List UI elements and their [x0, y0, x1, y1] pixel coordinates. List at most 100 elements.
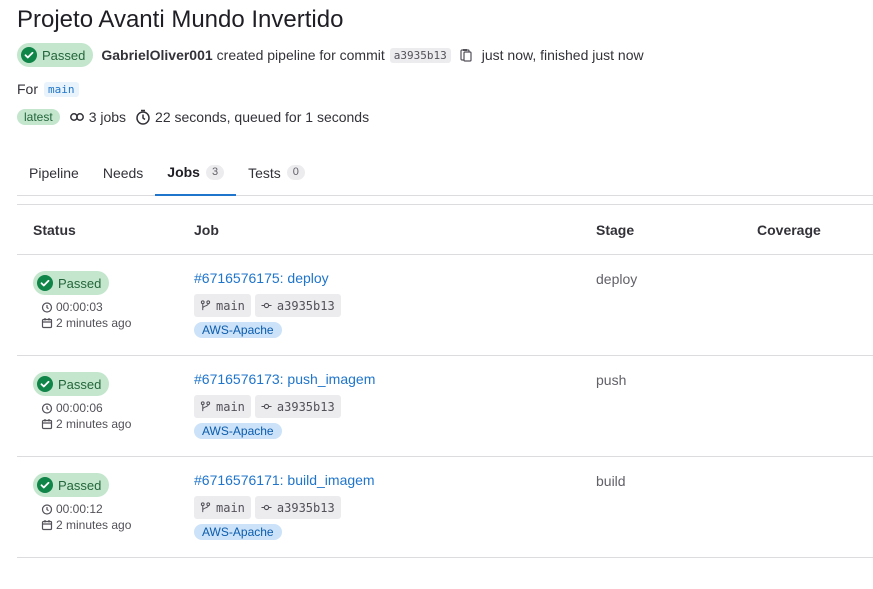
job-duration-value: 00:00:06 — [56, 401, 103, 415]
calendar-icon — [41, 520, 53, 531]
job-duration: 00:00:03 — [41, 299, 131, 315]
tab-pipeline[interactable]: Pipeline — [17, 150, 91, 195]
table-row: Passed 00:00:12 2 minutes ago #671657617… — [17, 457, 873, 558]
pipeline-duration: 22 seconds, queued for 1 seconds — [155, 109, 370, 125]
status-success-icon — [21, 47, 37, 63]
job-cell: #6716576173: push_imagem main a3935b13 A… — [194, 371, 375, 439]
tab-tests-count: 0 — [286, 165, 305, 180]
job-finished-value: 2 minutes ago — [56, 518, 132, 532]
pipeline-stats: latest 3 jobs 22 seconds, queued for 1 s… — [17, 108, 369, 126]
job-duration-value: 00:00:03 — [56, 300, 103, 314]
table-row: Passed 00:00:03 2 minutes ago #671657617… — [17, 255, 873, 356]
branch-name: main — [216, 500, 245, 515]
pipeline-status-label: Passed — [42, 47, 86, 63]
latest-badge: latest — [17, 109, 60, 125]
job-status-badge[interactable]: Passed — [33, 473, 110, 497]
branch-icon — [200, 300, 211, 311]
job-cell: #6716576175: deploy main a3935b13 AWS-Ap… — [194, 270, 345, 338]
runner-tag: AWS-Apache — [194, 423, 282, 439]
commit-icon — [261, 504, 272, 511]
table-header: Status Job Stage Coverage — [17, 205, 873, 255]
job-status-cell: Passed 00:00:06 2 minutes ago — [33, 372, 131, 432]
commit-icon — [261, 403, 272, 410]
runner-tag: AWS-Apache — [194, 524, 282, 540]
job-duration: 00:00:06 — [41, 400, 131, 416]
commit-sha: a3935b13 — [276, 500, 335, 515]
calendar-icon — [41, 419, 53, 430]
tab-jobs-label: Jobs — [167, 164, 200, 180]
pipeline-time: just now, finished just now — [481, 47, 644, 63]
job-refs: main a3935b13 — [194, 496, 375, 519]
job-refs: main a3935b13 — [194, 395, 375, 418]
job-status-label: Passed — [58, 376, 102, 392]
branch-icon — [200, 502, 211, 513]
job-finished-value: 2 minutes ago — [56, 316, 132, 330]
job-duration-value: 00:00:12 — [56, 502, 103, 516]
job-finished: 2 minutes ago — [41, 315, 131, 331]
clock-icon — [41, 504, 53, 515]
runner-tag: AWS-Apache — [194, 322, 282, 338]
header-job: Job — [194, 222, 219, 238]
job-link[interactable]: #6716576173: push_imagem — [194, 371, 375, 389]
pipeline-meta: Passed GabrielOliver001 created pipeline… — [17, 43, 644, 67]
calendar-icon — [41, 318, 53, 329]
commit-sha[interactable]: a3935b13 — [389, 47, 451, 63]
tab-tests[interactable]: Tests 0 — [236, 150, 317, 195]
commit-sha: a3935b13 — [276, 399, 335, 414]
commit-chip[interactable]: a3935b13 — [254, 496, 341, 519]
pipeline-tabs: Pipeline Needs Jobs 3 Tests 0 — [17, 150, 873, 196]
branch-chip[interactable]: main — [194, 496, 251, 519]
tab-pipeline-label: Pipeline — [29, 164, 79, 181]
tab-jobs-count: 3 — [205, 164, 225, 180]
author-link[interactable]: GabrielOliver001 — [101, 47, 212, 63]
job-status-label: Passed — [58, 275, 102, 291]
pipeline-status-badge[interactable]: Passed — [17, 43, 94, 67]
tab-tests-label: Tests — [248, 164, 281, 181]
job-duration: 00:00:12 — [41, 501, 131, 517]
branch-name: main — [216, 399, 245, 414]
job-status-badge[interactable]: Passed — [33, 271, 110, 295]
job-finished: 2 minutes ago — [41, 517, 131, 533]
job-refs: main a3935b13 — [194, 294, 345, 317]
clock-icon — [41, 403, 53, 414]
status-success-icon — [37, 376, 53, 392]
commit-chip[interactable]: a3935b13 — [254, 294, 341, 317]
branch-chip[interactable]: main — [194, 294, 251, 317]
clock-icon — [41, 302, 53, 313]
job-stage: deploy — [596, 271, 638, 287]
tab-needs[interactable]: Needs — [91, 150, 155, 195]
status-success-icon — [37, 275, 53, 291]
branch-icon — [200, 401, 211, 412]
tab-jobs[interactable]: Jobs 3 — [155, 150, 237, 196]
branch-chip[interactable]: main — [194, 395, 251, 418]
created-text: created pipeline for commit — [216, 47, 385, 63]
status-success-icon — [37, 477, 53, 493]
jobs-count: 3 jobs — [88, 109, 127, 125]
job-link[interactable]: #6716576171: build_imagem — [194, 472, 375, 490]
header-status: Status — [33, 222, 76, 238]
job-status-label: Passed — [58, 477, 102, 493]
ref-row: For main — [17, 80, 79, 98]
ref-link[interactable]: main — [44, 81, 79, 97]
copy-icon[interactable] — [459, 48, 473, 62]
jobs-table: Status Job Stage Coverage Passed 00:00:0… — [17, 204, 873, 558]
commit-icon — [261, 302, 272, 309]
job-finished: 2 minutes ago — [41, 416, 131, 432]
tab-needs-label: Needs — [102, 164, 144, 181]
page-title: Projeto Avanti Mundo Invertido — [17, 6, 344, 33]
job-status-cell: Passed 00:00:12 2 minutes ago — [33, 473, 131, 533]
job-stage: push — [596, 372, 627, 388]
job-link[interactable]: #6716576175: deploy — [194, 270, 345, 288]
job-stage: build — [596, 473, 626, 489]
pipeline-jobs-icon — [69, 113, 84, 121]
job-finished-value: 2 minutes ago — [56, 417, 132, 431]
job-cell: #6716576171: build_imagem main a3935b13 … — [194, 472, 375, 540]
table-row: Passed 00:00:06 2 minutes ago #671657617… — [17, 356, 873, 457]
header-stage: Stage — [596, 222, 635, 238]
job-status-badge[interactable]: Passed — [33, 372, 110, 396]
commit-sha: a3935b13 — [276, 298, 335, 313]
commit-chip[interactable]: a3935b13 — [254, 395, 341, 418]
clock-icon — [136, 109, 150, 125]
job-status-cell: Passed 00:00:03 2 minutes ago — [33, 271, 131, 331]
for-label: For — [17, 81, 38, 97]
